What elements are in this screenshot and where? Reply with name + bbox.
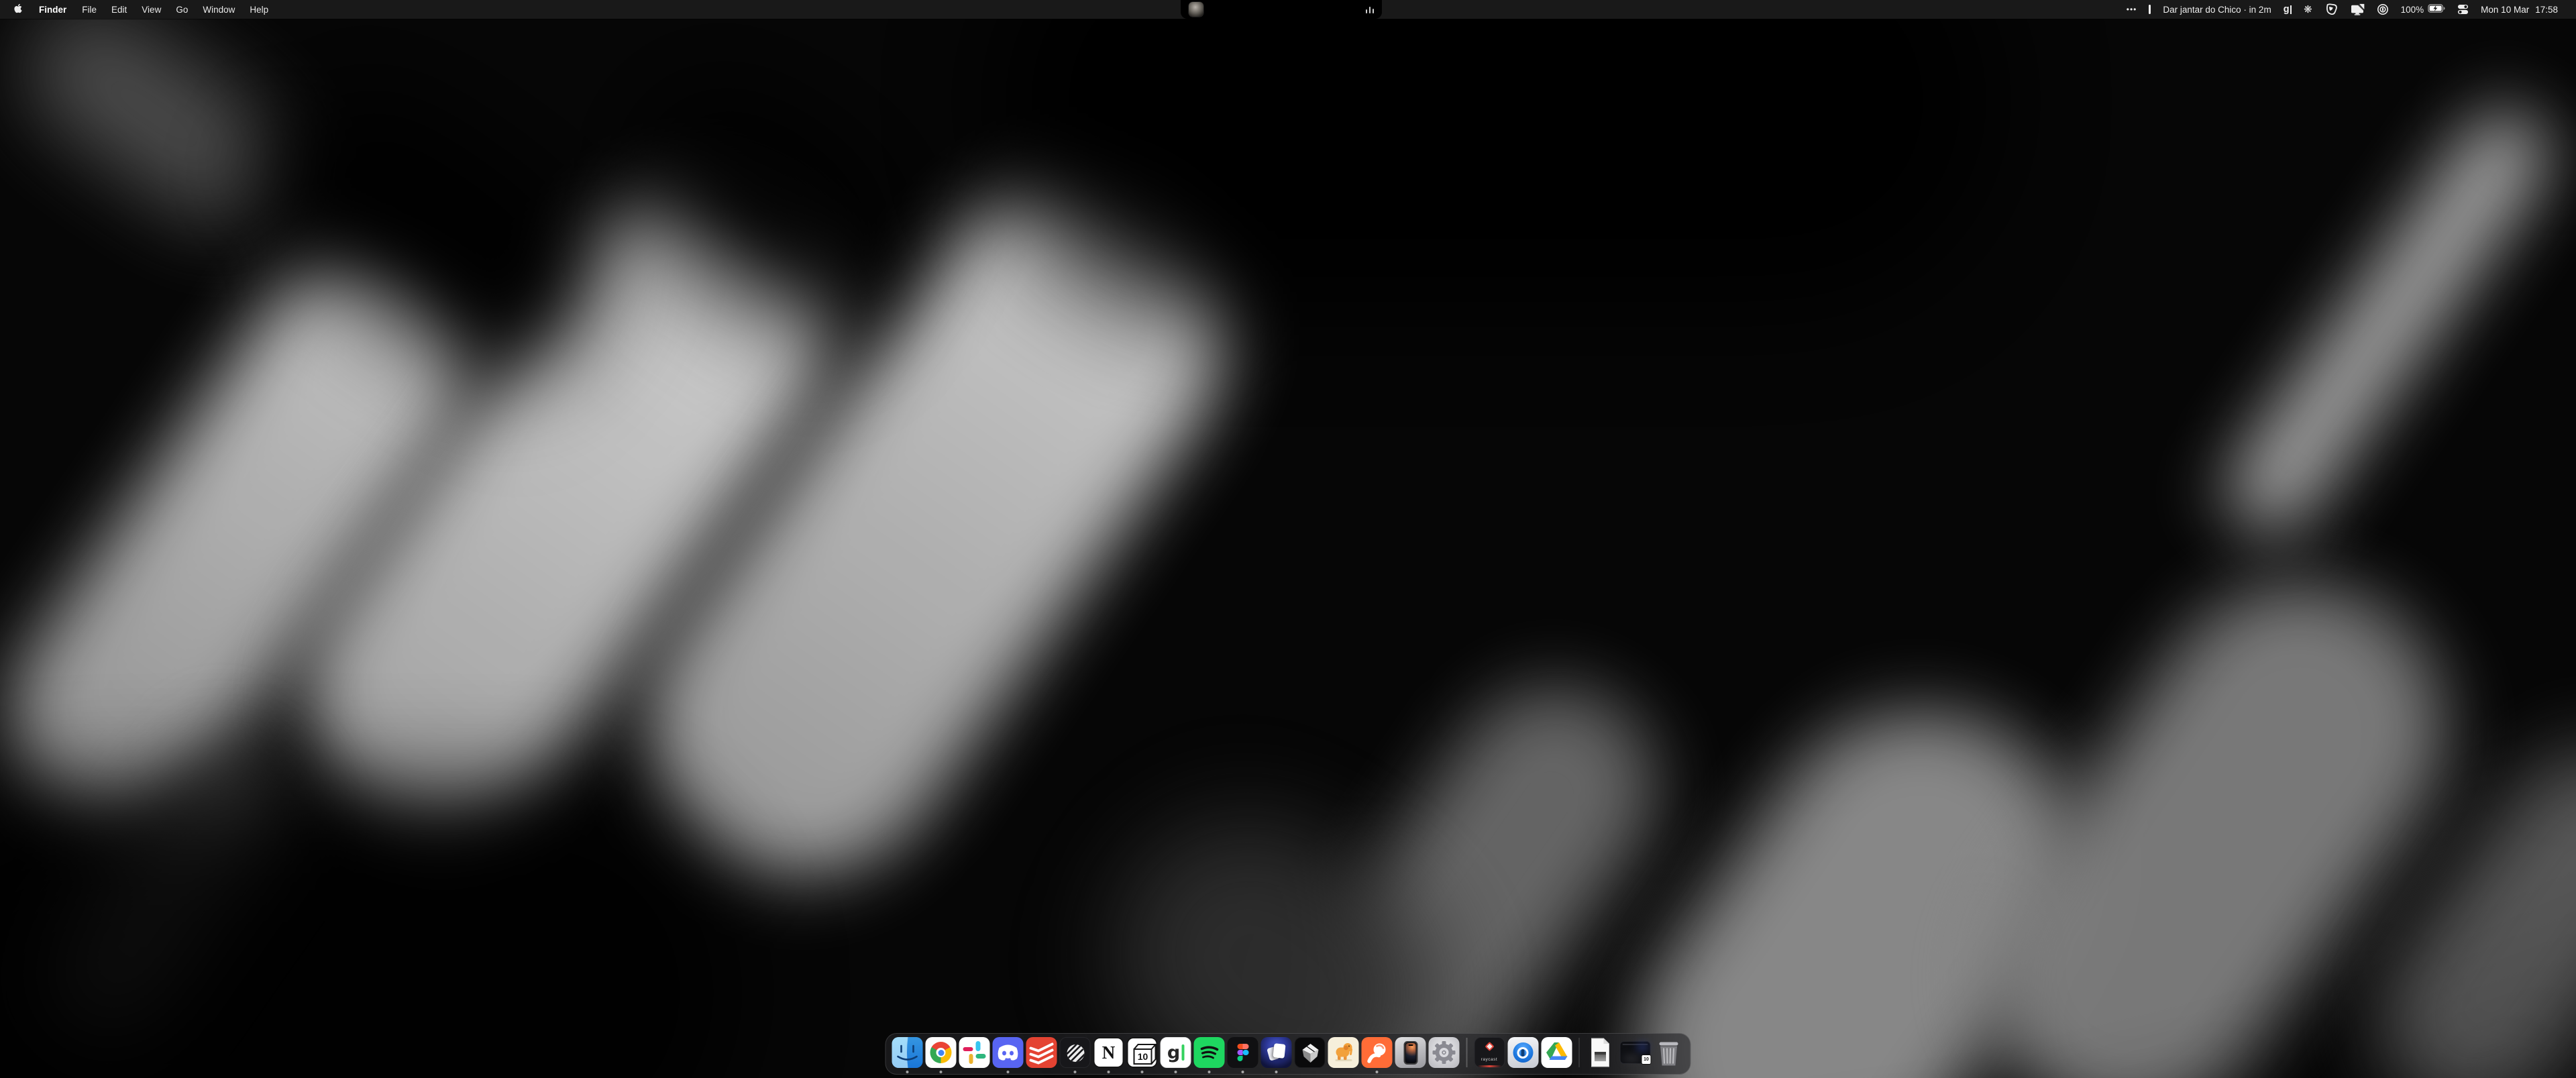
macos-desktop: Finder File Edit View Go Window Help •••… xyxy=(0,0,2576,1078)
todoist-icon xyxy=(1026,1037,1057,1068)
running-indicator xyxy=(1007,1071,1010,1073)
chrome-icon xyxy=(926,1037,957,1068)
raycast-logo xyxy=(1485,1042,1494,1051)
dock-icon-trash[interactable] xyxy=(1654,1037,1684,1068)
battery-status[interactable]: 100% xyxy=(2395,0,2452,19)
postico-elephant-icon xyxy=(1328,1037,1359,1068)
dock-icon-ios-simulator[interactable] xyxy=(1395,1037,1426,1068)
menu-window[interactable]: Window xyxy=(195,0,242,19)
notch-media-widget[interactable] xyxy=(1181,0,1382,19)
dock-icon-system-settings[interactable] xyxy=(1429,1037,1460,1068)
calendar-event-status[interactable]: Dar jantar do Chico · in 2m xyxy=(2157,0,2277,19)
dock: N 10 g xyxy=(885,1033,1691,1075)
menu-file[interactable]: File xyxy=(74,0,104,19)
dock-icon-notion-calendar[interactable]: 10 xyxy=(1127,1037,1158,1068)
running-indicator xyxy=(1175,1071,1177,1073)
dock-icon-raycast[interactable]: raycast xyxy=(1474,1037,1505,1068)
running-indicator xyxy=(1074,1071,1077,1073)
notion-calendar-day: 10 xyxy=(1134,1049,1152,1064)
menu-help[interactable]: Help xyxy=(242,0,276,19)
raycast-icon: raycast xyxy=(1474,1037,1505,1068)
raycast-label: raycast xyxy=(1474,1057,1504,1062)
onepassword-menubar-icon[interactable] xyxy=(2371,0,2395,19)
dock-icon-1password[interactable] xyxy=(1507,1037,1538,1068)
slack-icon xyxy=(959,1037,990,1068)
postman-icon xyxy=(1362,1037,1393,1068)
document-file-icon xyxy=(1587,1037,1617,1068)
dock-icon-linear[interactable] xyxy=(1060,1037,1091,1068)
running-indicator xyxy=(1242,1071,1244,1073)
running-indicator xyxy=(1275,1071,1278,1073)
dock-icon-postico[interactable] xyxy=(1328,1037,1359,1068)
granola-icon: g xyxy=(1161,1037,1191,1068)
running-indicator xyxy=(1108,1071,1110,1073)
dock-icon-finder[interactable] xyxy=(892,1037,923,1068)
status-bar: ••• Dar jantar do Chico · in 2m g ❋ 100% xyxy=(2121,0,2576,19)
pick-shape-menubar-icon[interactable] xyxy=(2318,0,2344,19)
spotify-icon xyxy=(1194,1037,1225,1068)
dock-icon-black-cube-app[interactable] xyxy=(1295,1037,1326,1068)
running-indicator xyxy=(906,1071,909,1073)
linear-icon xyxy=(1060,1037,1091,1068)
battery-percent: 100% xyxy=(2401,5,2424,15)
dock-divider xyxy=(1466,1038,1468,1067)
finder-icon xyxy=(892,1037,923,1068)
blue-cards-app-icon xyxy=(1261,1037,1292,1068)
desktop-wallpaper xyxy=(0,0,2576,1078)
running-indicator xyxy=(940,1071,943,1073)
onepassword-icon xyxy=(1507,1037,1538,1068)
dock-icon-postman[interactable] xyxy=(1362,1037,1393,1068)
trash-icon xyxy=(1654,1037,1684,1068)
display-menubar-icon[interactable] xyxy=(2344,0,2371,19)
dock-icon-figma[interactable] xyxy=(1228,1037,1258,1068)
dock-icon-discord[interactable] xyxy=(993,1037,1024,1068)
figma-icon xyxy=(1228,1037,1258,1068)
running-indicator xyxy=(1208,1071,1211,1073)
hidden-items-ellipsis-icon[interactable]: ••• xyxy=(2121,0,2143,19)
running-indicator xyxy=(1376,1071,1379,1073)
dock-icon-chrome[interactable] xyxy=(926,1037,957,1068)
granola-cursor xyxy=(1182,1044,1185,1061)
dock-item-document-file[interactable] xyxy=(1587,1037,1617,1068)
system-settings-gear-icon xyxy=(1429,1037,1460,1068)
menubar-date: Mon 10 Mar xyxy=(2481,5,2529,15)
notion-icon: N xyxy=(1093,1037,1124,1068)
menu-view[interactable]: View xyxy=(134,0,168,19)
album-art-thumbnail[interactable] xyxy=(1189,2,1203,17)
menu-edit[interactable]: Edit xyxy=(104,0,134,19)
flower-menubar-icon[interactable]: ❋ xyxy=(2298,0,2318,19)
notion-calendar-icon: 10 xyxy=(1127,1037,1158,1068)
status-separator xyxy=(2143,0,2157,19)
notion-letter: N xyxy=(1102,1044,1116,1062)
dock-icon-notion[interactable]: N xyxy=(1093,1037,1124,1068)
granola-menubar-icon[interactable]: g xyxy=(2277,0,2298,19)
app-menu-finder[interactable]: Finder xyxy=(31,0,74,19)
dock-divider xyxy=(1578,1038,1580,1067)
running-indicator xyxy=(1141,1071,1144,1073)
apple-logo-icon xyxy=(13,3,23,16)
minimized-window-thumbnail: 10 xyxy=(1620,1041,1651,1064)
dock-icon-granola[interactable]: g xyxy=(1161,1037,1191,1068)
menubar-clock[interactable]: Mon 10 Mar 17:58 xyxy=(2475,0,2564,19)
battery-charging-icon xyxy=(2428,4,2445,15)
simulator-icon xyxy=(1395,1037,1426,1068)
discord-icon xyxy=(993,1037,1024,1068)
dock-icon-slack[interactable] xyxy=(959,1037,990,1068)
dock-icon-todoist[interactable] xyxy=(1026,1037,1057,1068)
dock-icon-google-drive[interactable] xyxy=(1541,1037,1572,1068)
menu-bar-left: Finder File Edit View Go Window Help xyxy=(0,0,276,19)
granola-letter: g xyxy=(1167,1044,1180,1062)
control-center-icon[interactable] xyxy=(2451,0,2475,19)
dock-item-minimized-window[interactable]: 10 xyxy=(1620,1037,1651,1068)
dock-icon-spotify[interactable] xyxy=(1194,1037,1225,1068)
apple-menu[interactable] xyxy=(12,0,31,19)
audio-equalizer-icon xyxy=(1366,5,1375,13)
menubar-time: 17:58 xyxy=(2535,5,2558,15)
dock-icon-blue-cards-app[interactable] xyxy=(1261,1037,1292,1068)
notion-calendar-badge: 10 xyxy=(1642,1055,1652,1065)
google-drive-icon xyxy=(1541,1037,1572,1068)
black-cube-app-icon xyxy=(1295,1037,1326,1068)
menu-go[interactable]: Go xyxy=(168,0,195,19)
